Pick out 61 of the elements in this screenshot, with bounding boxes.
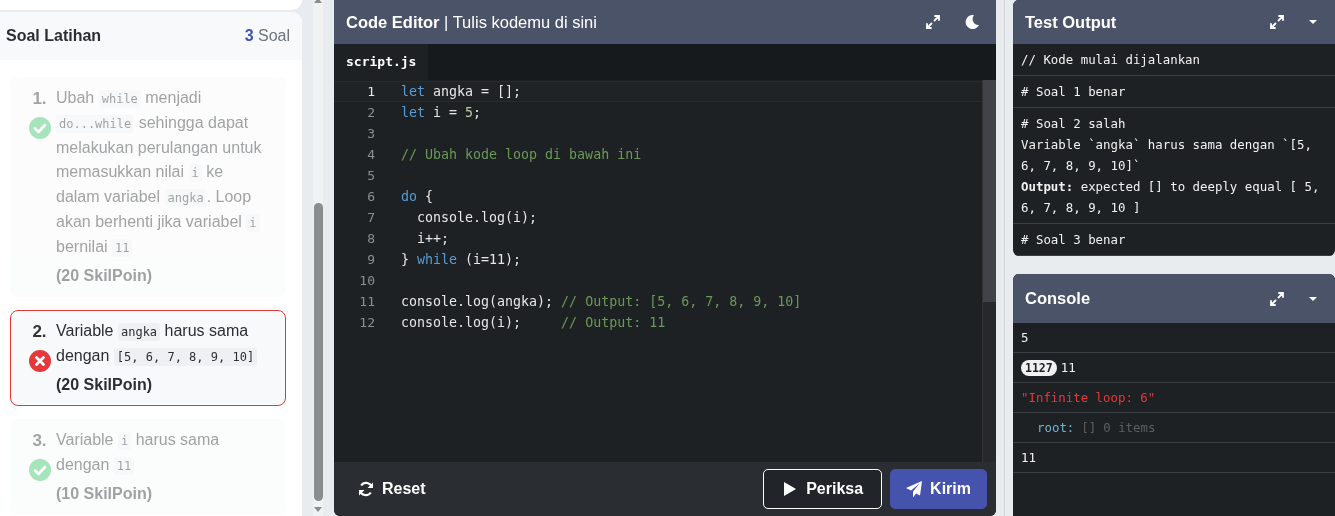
- expand-icon[interactable]: [926, 15, 940, 29]
- line-number: 3: [366, 126, 375, 141]
- code-line: } while (i=11);: [401, 252, 522, 267]
- editor-title: Code Editor | Tulis kodemu di sini: [346, 12, 597, 32]
- code-line: console.log(i);: [416, 210, 538, 225]
- console-value: 5: [1021, 330, 1029, 345]
- line-number: 9: [366, 252, 375, 267]
- code-line: do {: [401, 189, 434, 204]
- code-line: console.log(angka); // Output: [5, 6, 7, 8, 9, 10]: [401, 294, 802, 309]
- expand-icon[interactable]: [1270, 15, 1284, 29]
- panel-title: Soal Latihan: [6, 27, 102, 45]
- console-value: 11: [1021, 450, 1036, 465]
- output-line: // Kode mulai dijalankan: [1021, 51, 1202, 69]
- question-text: Variable angka harus sama dengan [5, 6, 7, 8, 9, 10]: [56, 319, 267, 369]
- error-message: "Infinite loop: 6": [1021, 390, 1156, 405]
- line-number: 10: [358, 273, 375, 288]
- line-number: 5: [366, 168, 375, 183]
- line-number: 1: [366, 84, 375, 99]
- points-label: (10 SkilPoin): [56, 484, 154, 504]
- caret-down-icon[interactable]: [1308, 19, 1318, 25]
- output-line: Output: expected [] to deeply equal [ 5, 6, 7, 8, 9, 10 ]: [1021, 178, 1321, 217]
- line-number: 2: [366, 105, 375, 120]
- paper-plane-icon: [906, 481, 923, 497]
- points-label: (20 SkilPoin): [56, 375, 154, 395]
- output-line: # Soal 2 salah: [1021, 115, 1127, 133]
- reset-button[interactable]: Reset: [352, 469, 432, 509]
- refresh-icon: [358, 481, 374, 497]
- question-number: 3.: [32, 430, 47, 452]
- check-button[interactable]: Periksa: [763, 469, 883, 509]
- scrollbar[interactable]: [982, 80, 996, 462]
- panel-title: Test Output: [1025, 12, 1117, 32]
- expand-icon[interactable]: [1270, 291, 1284, 306]
- line-number: 4: [366, 147, 375, 162]
- code-line: i++;: [416, 231, 450, 246]
- repeat-count-badge: 1127: [1021, 359, 1057, 376]
- line-number: 7: [366, 210, 375, 225]
- question-text: Variable i harus sama dengan 11: [56, 430, 221, 477]
- object-tree-row[interactable]: root: [] 0 items: [1037, 420, 1156, 435]
- output-line: # Soal 3 benar: [1021, 231, 1127, 249]
- line-number: 11: [358, 294, 375, 309]
- question-card[interactable]: 2. Variable angka harus sama dengan [5, 6, 7, 8, 9, 10] (20 SkilPoin): [10, 310, 286, 406]
- question-count: 3 Soal: [244, 27, 290, 45]
- line-number: 12: [358, 315, 375, 330]
- code-line: // Ubah kode loop di bawah ini: [401, 147, 642, 162]
- question-text: Ubah while menjadi do...while sehingga dapat melakukan perulangan untuk memasukkan nilai i ke dalam variabel angka . Loop akan berhenti jika variabel i bernilai 11: [56, 88, 263, 259]
- line-number: 8: [366, 231, 375, 246]
- file-tab[interactable]: script.js: [334, 44, 429, 80]
- code-line: console.log(i); // Output: 11: [401, 315, 666, 330]
- caret-down-icon[interactable]: [1308, 295, 1318, 302]
- moon-icon[interactable]: [964, 14, 980, 30]
- submit-button[interactable]: Kirim: [890, 469, 987, 509]
- question-number: 2.: [32, 321, 47, 343]
- output-line: # Soal 1 benar: [1021, 83, 1127, 101]
- question-number: 1.: [32, 88, 47, 110]
- points-label: (20 SkilPoin): [56, 266, 154, 286]
- console-value: 11: [1060, 360, 1076, 375]
- code-line: let angka = [];: [401, 84, 522, 99]
- line-number: 6: [366, 189, 375, 204]
- scrollbar[interactable]: [313, 0, 323, 516]
- panel-title: Console: [1025, 289, 1091, 308]
- code-line: let i = 5;: [401, 105, 482, 120]
